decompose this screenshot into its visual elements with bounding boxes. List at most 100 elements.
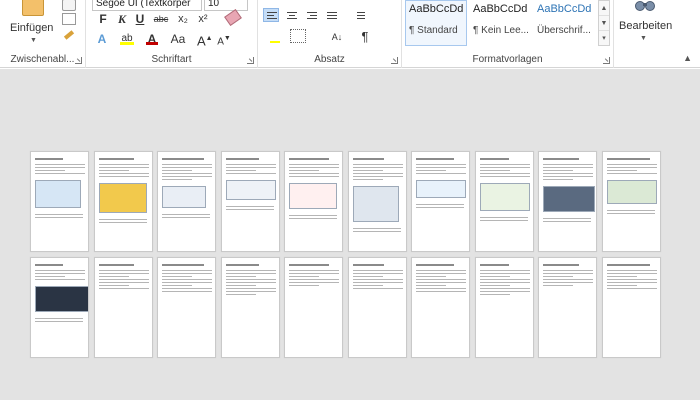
page-heading — [480, 264, 509, 266]
page-thumbnail[interactable] — [221, 257, 280, 358]
text-line — [99, 173, 149, 174]
page-image — [607, 180, 657, 204]
page-thumbnail[interactable] — [602, 257, 661, 358]
borders-icon[interactable] — [290, 29, 306, 43]
text-line — [162, 282, 212, 283]
page-heading — [162, 264, 204, 266]
text-line — [480, 176, 530, 177]
page-thumbnail[interactable] — [538, 151, 597, 252]
show-formatting-marks-button[interactable]: ¶ — [356, 27, 374, 45]
strikethrough-button[interactable]: abc — [149, 9, 173, 27]
page-thumbnail[interactable] — [284, 257, 343, 358]
page-thumbnail[interactable] — [30, 151, 89, 252]
page-heading — [99, 264, 134, 266]
text-line — [607, 273, 657, 274]
copy-icon[interactable] — [62, 13, 76, 25]
bold-button[interactable]: F — [94, 9, 112, 27]
text-effects-button[interactable]: A — [92, 29, 112, 47]
styles-dialog-launcher-icon[interactable] — [603, 57, 610, 64]
page-heading — [480, 158, 509, 160]
page-thumbnail[interactable] — [411, 257, 470, 358]
chevron-down-icon[interactable]: ▼ — [599, 16, 609, 31]
text-line — [35, 318, 83, 319]
style-name: Überschrif... — [537, 25, 591, 36]
text-line — [543, 282, 593, 283]
page-thumbnail[interactable] — [30, 257, 89, 358]
page-heading — [226, 264, 259, 266]
text-line — [607, 170, 637, 171]
chevron-down-icon[interactable]: ▼ — [640, 35, 647, 42]
text-line — [353, 231, 401, 232]
style-sample: AaBbCcDd — [537, 3, 592, 15]
text-line — [99, 270, 149, 271]
binoculars-icon[interactable] — [634, 0, 656, 12]
text-line — [607, 285, 637, 286]
font-color-button[interactable]: A — [142, 29, 162, 47]
paste-icon[interactable] — [22, 0, 44, 16]
text-line — [607, 164, 657, 165]
document-area[interactable] — [0, 69, 700, 400]
format-painter-icon[interactable] — [62, 30, 76, 42]
font-dialog-launcher-icon[interactable] — [247, 57, 254, 64]
text-line — [480, 276, 510, 277]
page-image — [416, 180, 466, 198]
grow-font-button[interactable]: A▲ — [196, 29, 213, 48]
style-name: ¶ Kein Lee... — [473, 25, 529, 36]
page-thumbnail[interactable] — [538, 257, 597, 358]
more-styles-icon[interactable]: ▾ — [599, 31, 609, 46]
page-image — [162, 186, 206, 208]
text-line — [353, 270, 403, 271]
page-thumbnail[interactable] — [348, 257, 407, 358]
cut-icon[interactable] — [62, 0, 76, 11]
style-sample: AaBbCcDd — [473, 3, 528, 15]
superscript-button[interactable]: x² — [193, 9, 213, 27]
font-group: Segoe UI (Textkörper 10 F K U abc x₂ x² … — [86, 0, 258, 68]
underline-button[interactable]: U — [131, 9, 149, 27]
justify-icon[interactable] — [323, 8, 339, 22]
sort-button[interactable]: A↓ — [328, 27, 346, 45]
align-right-icon[interactable] — [303, 8, 319, 22]
clear-formatting-icon[interactable] — [224, 8, 242, 27]
text-line — [607, 288, 657, 289]
line-spacing-icon[interactable] — [350, 8, 366, 22]
page-thumbnail[interactable] — [348, 151, 407, 252]
text-line — [289, 285, 319, 286]
page-thumbnail[interactable] — [284, 151, 343, 252]
align-left-icon[interactable] — [263, 8, 279, 22]
styles-gallery-scroll[interactable]: ▲ ▼ ▾ — [598, 0, 610, 46]
page-thumbnail[interactable] — [602, 151, 661, 252]
page-thumbnail[interactable] — [475, 257, 534, 358]
page-thumbnail[interactable] — [221, 151, 280, 252]
text-line — [289, 270, 339, 271]
text-line — [162, 179, 192, 180]
page-heading — [289, 264, 329, 266]
text-line — [99, 279, 149, 280]
chevron-up-icon[interactable]: ▲ — [599, 1, 609, 16]
paste-button[interactable]: Einfügen — [10, 22, 53, 34]
align-center-icon[interactable] — [283, 8, 299, 22]
font-color-swatch — [146, 42, 158, 45]
page-thumbnail[interactable] — [475, 151, 534, 252]
chevron-down-icon[interactable]: ▼ — [30, 37, 37, 44]
highlight-button[interactable]: ab — [116, 29, 138, 47]
page-thumbnail[interactable] — [411, 151, 470, 252]
text-line — [289, 173, 339, 174]
page-thumbnail[interactable] — [94, 151, 153, 252]
style-heading[interactable]: AaBbCcDd Überschrif... — [533, 0, 595, 46]
style-no-spacing[interactable]: AaBbCcDd ¶ Kein Lee... — [469, 0, 531, 46]
clipboard-dialog-launcher-icon[interactable] — [75, 57, 82, 64]
page-thumbnail[interactable] — [94, 257, 153, 358]
collapse-ribbon-icon[interactable]: ▲ — [683, 53, 692, 63]
paragraph-dialog-launcher-icon[interactable] — [391, 57, 398, 64]
italic-button[interactable]: K — [113, 9, 131, 27]
page-thumbnail[interactable] — [157, 151, 216, 252]
shrink-font-button[interactable]: A▼ — [216, 29, 232, 47]
text-line — [607, 167, 657, 168]
subscript-button[interactable]: x₂ — [173, 9, 193, 27]
style-standard[interactable]: AaBbCcDd ¶ Standard — [405, 0, 467, 46]
shading-icon[interactable] — [266, 29, 282, 43]
editing-button[interactable]: Bearbeiten — [619, 20, 672, 32]
page-thumbnail[interactable] — [157, 257, 216, 358]
highlight-color-swatch — [120, 42, 134, 45]
change-case-button[interactable]: Aa — [166, 29, 190, 47]
